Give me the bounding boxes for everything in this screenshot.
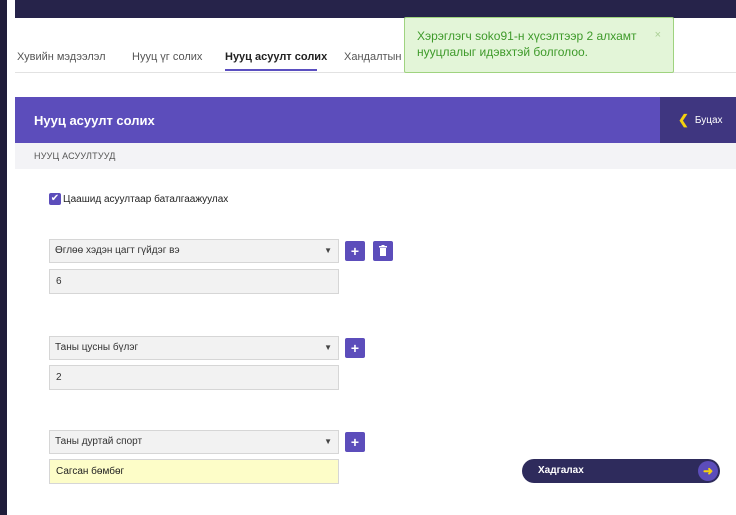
- plus-icon: +: [350, 340, 360, 356]
- question-select-1[interactable]: Өглөө хэдэн цагт гүйдэг вэ ▼: [49, 239, 339, 263]
- tab-access[interactable]: Хандалтын т: [344, 51, 410, 63]
- plus-icon: +: [350, 243, 360, 259]
- back-button-label: Буцах: [694, 114, 723, 126]
- caret-down-icon: ▼: [324, 437, 332, 446]
- add-question-button-3[interactable]: +: [345, 432, 365, 452]
- success-toast: Хэрэглэгч soko91-н хүсэлтээр 2 алхамт ну…: [404, 17, 674, 73]
- tab-change-password[interactable]: Нууц үг солих: [132, 51, 202, 63]
- tab-change-security-question[interactable]: Нууц асуулт солих: [225, 51, 327, 63]
- section-subheader: НУУЦ АСУУЛТУУД: [15, 143, 736, 169]
- subheader-label: НУУЦ АСУУЛТУУД: [34, 151, 116, 161]
- close-icon[interactable]: ×: [655, 27, 661, 43]
- save-button-label: Хадгалах: [538, 465, 584, 476]
- caret-down-icon: ▼: [324, 246, 332, 255]
- checkbox-label: Цаашид асуултаар баталгаажуулах: [63, 193, 229, 205]
- left-border: [0, 0, 7, 515]
- arrow-right-icon: ➜: [698, 461, 718, 481]
- panel-title: Нууц асуулт солих: [34, 113, 155, 128]
- question-select-3[interactable]: Таны дуртай спорт ▼: [49, 430, 339, 454]
- question-select-value: Таны цусны бүлэг: [55, 342, 139, 353]
- confirm-checkbox-row[interactable]: ✔ Цаашид асуултаар баталгаажуулах: [49, 193, 228, 205]
- add-question-button-2[interactable]: +: [345, 338, 365, 358]
- answer-field-2[interactable]: 2: [49, 365, 339, 390]
- question-select-value: Таны дуртай спорт: [55, 436, 143, 447]
- checkbox-checked-icon[interactable]: ✔: [49, 193, 61, 205]
- answer-field-3[interactable]: Сагсан бөмбөг: [49, 459, 339, 484]
- question-select-value: Өглөө хэдэн цагт гүйдэг вэ: [55, 245, 180, 256]
- delete-question-button-1[interactable]: [373, 241, 393, 261]
- trash-icon: [379, 245, 387, 256]
- active-tab-underline: [225, 69, 317, 71]
- caret-down-icon: ▼: [324, 343, 332, 352]
- panel-header: Нууц асуулт солих ❮ Буцах: [15, 97, 736, 143]
- save-button[interactable]: Хадгалах ➜: [522, 459, 720, 483]
- question-select-2[interactable]: Таны цусны бүлэг ▼: [49, 336, 339, 360]
- add-question-button-1[interactable]: +: [345, 241, 365, 261]
- tab-personal-info[interactable]: Хувийн мэдээлэл: [17, 51, 106, 63]
- back-button[interactable]: ❮ Буцах: [660, 97, 736, 143]
- chevron-left-icon: ❮: [678, 112, 689, 127]
- plus-icon: +: [350, 434, 360, 450]
- toast-message: Хэрэглэгч soko91-н хүсэлтээр 2 алхамт ну…: [417, 29, 637, 59]
- answer-field-1[interactable]: 6: [49, 269, 339, 294]
- top-bar: [15, 0, 736, 18]
